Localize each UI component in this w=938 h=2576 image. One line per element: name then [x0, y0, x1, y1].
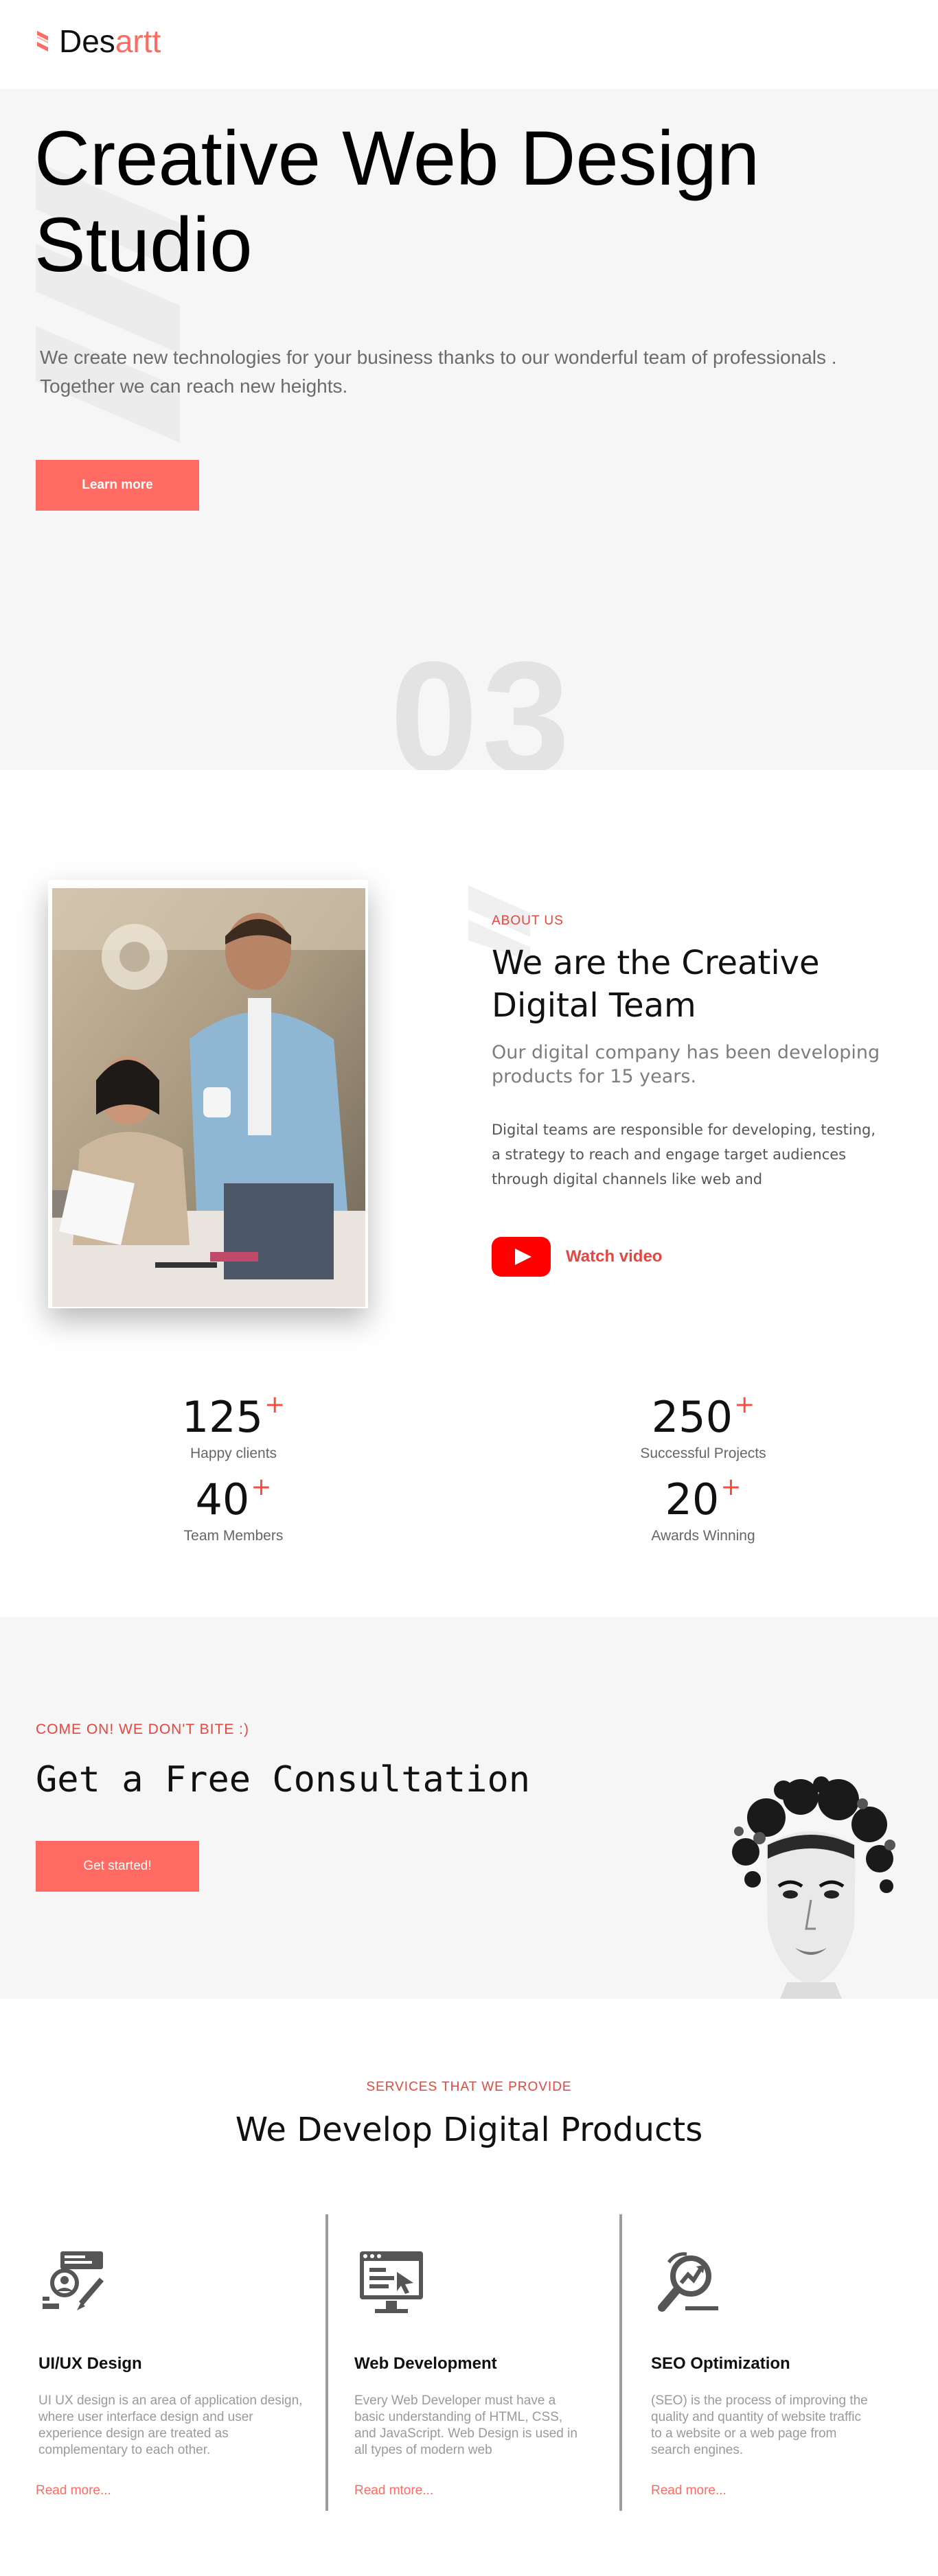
stat-value: 250 — [651, 1392, 733, 1442]
learn-more-button[interactable]: Learn more — [36, 460, 199, 511]
watch-video-button[interactable]: Watch video — [492, 1237, 662, 1277]
about-body: Digital teams are responsible for develo… — [492, 1122, 876, 1187]
web-development-icon — [360, 2251, 423, 2313]
read-more-link[interactable]: Read more... — [36, 2483, 111, 2498]
stat-value: 125 — [181, 1392, 264, 1442]
team-photo — [52, 888, 365, 1307]
logo-text: Desartt — [59, 23, 161, 59]
watch-video-label: Watch video — [566, 1247, 663, 1266]
logo[interactable]: Desartt — [36, 21, 161, 62]
stat-value: 20 — [665, 1474, 720, 1524]
youtube-play-icon — [492, 1237, 551, 1277]
hero-big-number: 03 — [390, 629, 574, 771]
service-name: Web Development — [354, 2354, 497, 2373]
stat-suffix: + — [734, 1391, 755, 1419]
stat-label: Team Members — [183, 1528, 284, 1544]
stat-label: Successful Projects — [640, 1446, 766, 1461]
site-header: Desartt — [0, 0, 938, 89]
read-more-link[interactable]: Read mtore... — [354, 2483, 433, 2498]
service-description: Every Web Developer must have a basic un… — [354, 2393, 577, 2457]
about-title: We are the Creative Digital Team — [492, 944, 820, 1025]
hero-title: Creative Web Design Studio — [34, 115, 760, 288]
consultation-label: COME ON! WE DON'T BITE :) — [36, 1721, 249, 1737]
stat-suffix: + — [264, 1391, 286, 1419]
hero-subtitle: We create new technologies for your busi… — [40, 347, 837, 397]
service-description: UI UX design is an area of application d… — [38, 2393, 303, 2457]
about-lead: Our digital company has been developing … — [492, 1042, 880, 1087]
services-title: We Develop Digital Products — [235, 2111, 703, 2149]
stat-value: 40 — [195, 1474, 250, 1524]
stat-awards-winning: 20+ Awards Winning — [566, 1463, 840, 1544]
stat-label: Awards Winning — [651, 1528, 755, 1544]
stat-successful-projects: 250+ Successful Projects — [566, 1381, 840, 1462]
service-divider — [619, 2214, 622, 2511]
service-description: (SEO) is the process of improving the qu… — [651, 2393, 868, 2457]
get-started-button[interactable]: Get started! — [36, 1841, 199, 1892]
face-illustration — [732, 1776, 895, 1999]
stat-suffix: + — [720, 1473, 742, 1501]
service-name: UI/UX Design — [38, 2354, 142, 2373]
read-more-link[interactable]: Read more... — [651, 2483, 727, 2498]
service-name: SEO Optimization — [651, 2354, 790, 2373]
ux-design-icon — [43, 2251, 104, 2310]
service-divider — [325, 2214, 328, 2511]
consultation-title: Get a Free Consultation — [36, 1759, 531, 1800]
stat-suffix: + — [251, 1473, 272, 1501]
seo-icon — [658, 2252, 718, 2312]
services-label: SERVICES THAT WE PROVIDE — [366, 2080, 572, 2094]
about-label: ABOUT US — [492, 914, 564, 928]
stat-happy-clients: 125+ Happy clients — [96, 1381, 371, 1462]
stat-team-members: 40+ Team Members — [96, 1463, 371, 1544]
logo-mark-icon — [37, 31, 48, 51]
stat-label: Happy clients — [190, 1446, 277, 1461]
